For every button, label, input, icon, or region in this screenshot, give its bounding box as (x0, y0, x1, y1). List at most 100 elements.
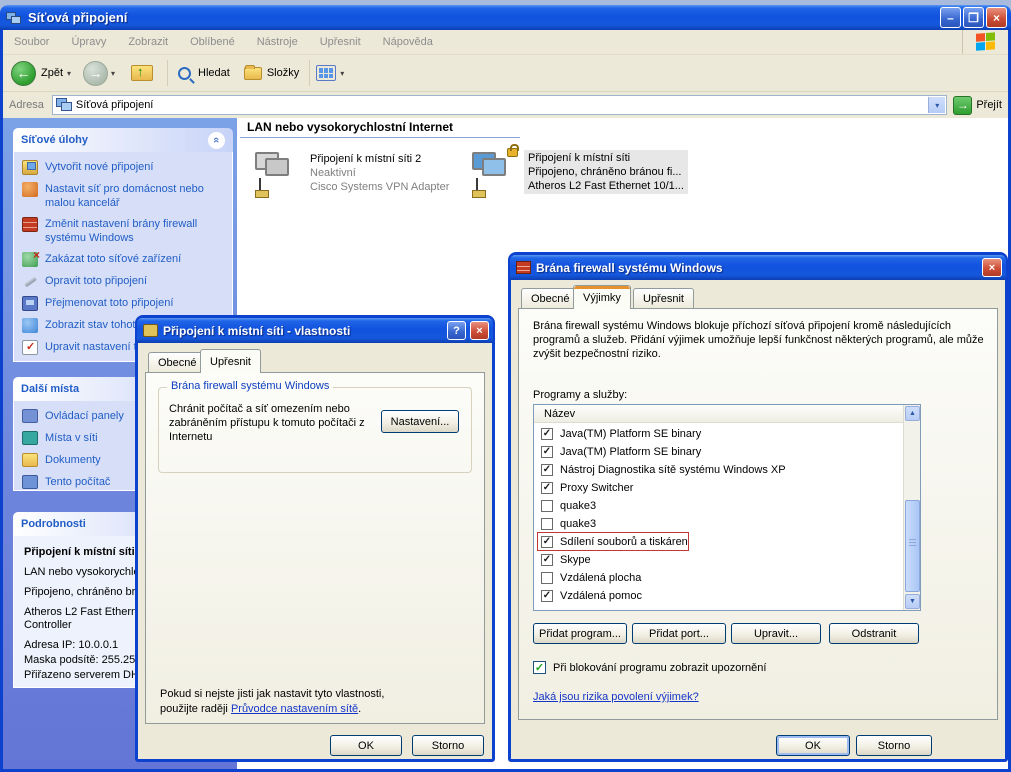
task-firewall-settings[interactable]: Změnit nastavení brány firewall systému … (22, 217, 228, 245)
disable-device-icon (22, 252, 38, 267)
views-button[interactable]: ▾ (316, 65, 352, 81)
network-setup-wizard-link[interactable]: Průvodce nastavením sítě (231, 703, 358, 715)
checkbox[interactable]: ✓ (541, 590, 553, 602)
menu-oblibene[interactable]: Oblíbené (190, 36, 235, 48)
scroll-down-icon[interactable]: ▼ (905, 594, 920, 609)
exception-row[interactable]: ✓ Skype (534, 551, 903, 569)
up-folder-button[interactable] (131, 65, 153, 81)
annotation-red-box (537, 532, 689, 551)
task-disable-device[interactable]: Zakázat toto síťové zařízení (22, 252, 228, 267)
back-button[interactable]: ← Zpět ▾ (11, 61, 79, 86)
add-program-button[interactable]: Přidat program... (533, 623, 627, 644)
firewall-icon (22, 217, 38, 232)
ok-button[interactable]: OK (776, 735, 850, 756)
close-button[interactable]: × (982, 258, 1002, 277)
checkbox[interactable]: ✓ (541, 428, 553, 440)
forward-dropdown-icon[interactable]: ▾ (111, 69, 115, 78)
address-bar: Adresa Síťová připojení ▾ → Přejít (3, 92, 1008, 118)
tab-upresnit[interactable]: Upřesnit (633, 288, 694, 309)
list-scrollbar[interactable]: ▲ ▼ (903, 405, 920, 610)
exception-row[interactable]: ✓ Nástroj Diagnostika sítě systému Windo… (534, 461, 903, 479)
task-repair-connection[interactable]: Opravit toto připojení (22, 274, 228, 289)
tab-upresnit[interactable]: Upřesnit (200, 349, 261, 373)
folders-button[interactable]: Složky (244, 67, 303, 80)
exception-row[interactable]: ✓ Java(TM) Platform SE binary (534, 443, 903, 461)
address-label: Adresa (9, 99, 44, 111)
windows-logo (962, 30, 1008, 54)
exception-row[interactable]: ✓ Proxy Switcher (534, 479, 903, 497)
minimize-button[interactable]: – (940, 7, 961, 28)
exceptions-intro-text: Brána firewall systému Windows blokuje p… (533, 319, 985, 361)
rename-icon (22, 296, 38, 311)
exception-row[interactable]: ✓ Java(TM) Platform SE binary (534, 425, 903, 443)
firewall-dialog: Brána firewall systému Windows × Obecné … (508, 252, 1008, 762)
risks-link[interactable]: Jaká jsou rizika povolení výjimek? (533, 691, 699, 703)
checkbox[interactable]: ✓ (541, 554, 553, 566)
task-home-network[interactable]: Nastavit síť pro domácnost nebo malou ka… (22, 182, 228, 210)
exception-row[interactable]: quake3 (534, 497, 903, 515)
scroll-thumb[interactable] (905, 500, 920, 592)
address-input[interactable]: Síťová připojení ▾ (52, 95, 947, 115)
connection-item-lan[interactable]: Připojení k místní síti Připojeno, chrán… (524, 150, 688, 194)
exceptions-list[interactable]: Název ✓ Java(TM) Platform SE binary ✓ Ja… (533, 404, 921, 611)
back-icon: ← (11, 61, 36, 86)
network-connections-icon (6, 10, 22, 26)
screen: Síťová připojení – ❒ × Soubor Úpravy Zob… (0, 0, 1011, 772)
exception-row[interactable]: quake3 (534, 515, 903, 533)
task-rename-connection[interactable]: Přejmenovat toto připojení (22, 296, 228, 311)
go-button[interactable]: → Přejít (953, 96, 1002, 115)
back-dropdown-icon[interactable]: ▾ (67, 69, 71, 78)
cancel-button[interactable]: Storno (856, 735, 932, 756)
notify-checkbox-row[interactable]: ✓ Při blokování programu zobrazit upozor… (533, 661, 766, 674)
checkbox[interactable]: ✓ (541, 446, 553, 458)
cancel-button[interactable]: Storno (412, 735, 484, 756)
connection-icon-vpn[interactable] (253, 148, 303, 200)
exception-row[interactable]: Vzdálená plocha (534, 569, 903, 587)
close-button[interactable]: × (470, 321, 489, 340)
edit-button[interactable]: Upravit... (731, 623, 821, 644)
delete-button[interactable]: Odstranit (829, 623, 919, 644)
menu-soubor[interactable]: Soubor (14, 36, 49, 48)
scroll-up-icon[interactable]: ▲ (905, 406, 920, 421)
menu-upresnit[interactable]: Upřesnit (320, 36, 361, 48)
list-column-header[interactable]: Název (534, 405, 903, 423)
toolbar-separator (309, 60, 310, 86)
firewall-dialog-titlebar[interactable]: Brána firewall systému Windows × (510, 255, 1006, 280)
checkbox[interactable] (541, 518, 553, 530)
tab-obecne[interactable]: Obecné (521, 288, 580, 309)
tab-obecne[interactable]: Obecné (148, 352, 207, 373)
ok-button[interactable]: OK (330, 735, 402, 756)
tab-vyjimky[interactable]: Výjimky (573, 285, 631, 309)
network-places-icon (22, 431, 38, 445)
exception-row[interactable]: ✓ Vzdálená pomoc (534, 587, 903, 605)
task-create-connection[interactable]: Vytvořit nové připojení (22, 160, 228, 175)
connection-icon-lan[interactable] (470, 148, 520, 200)
properties-dialog-titlebar[interactable]: Připojení k místní síti - vlastnosti ? × (137, 318, 493, 343)
repair-icon (22, 274, 38, 289)
checkbox[interactable]: ✓ (541, 464, 553, 476)
checkbox[interactable] (541, 572, 553, 584)
views-icon (316, 65, 336, 81)
notify-checkbox[interactable]: ✓ (533, 661, 546, 674)
main-window-titlebar[interactable]: Síťová připojení – ❒ × (0, 5, 1011, 30)
group-header: LAN nebo vysokorychlostní Internet (247, 120, 453, 134)
help-button[interactable]: ? (447, 321, 466, 340)
menu-zobrazit[interactable]: Zobrazit (128, 36, 168, 48)
collapse-chevron-icon[interactable]: « (208, 132, 225, 149)
settings-button[interactable]: Nastavení... (381, 410, 459, 433)
maximize-button[interactable]: ❒ (963, 7, 984, 28)
network-tasks-header[interactable]: Síťové úlohy « (13, 128, 233, 152)
checkbox[interactable]: ✓ (541, 482, 553, 494)
add-port-button[interactable]: Přidat port... (632, 623, 726, 644)
close-button[interactable]: × (986, 7, 1007, 28)
menu-upravy[interactable]: Úpravy (71, 36, 106, 48)
change-settings-icon (22, 340, 38, 355)
connection-item-vpn[interactable]: Připojení k místní síti 2 Neaktivní Cisc… (310, 152, 449, 194)
menu-nastroje[interactable]: Nástroje (257, 36, 298, 48)
address-dropdown-icon[interactable]: ▾ (928, 97, 945, 113)
menu-napoveda[interactable]: Nápověda (383, 36, 433, 48)
search-button[interactable]: Hledat (178, 67, 234, 80)
forward-button[interactable]: → (83, 61, 108, 86)
programs-services-label: Programy a služby: (533, 389, 627, 401)
checkbox[interactable] (541, 500, 553, 512)
